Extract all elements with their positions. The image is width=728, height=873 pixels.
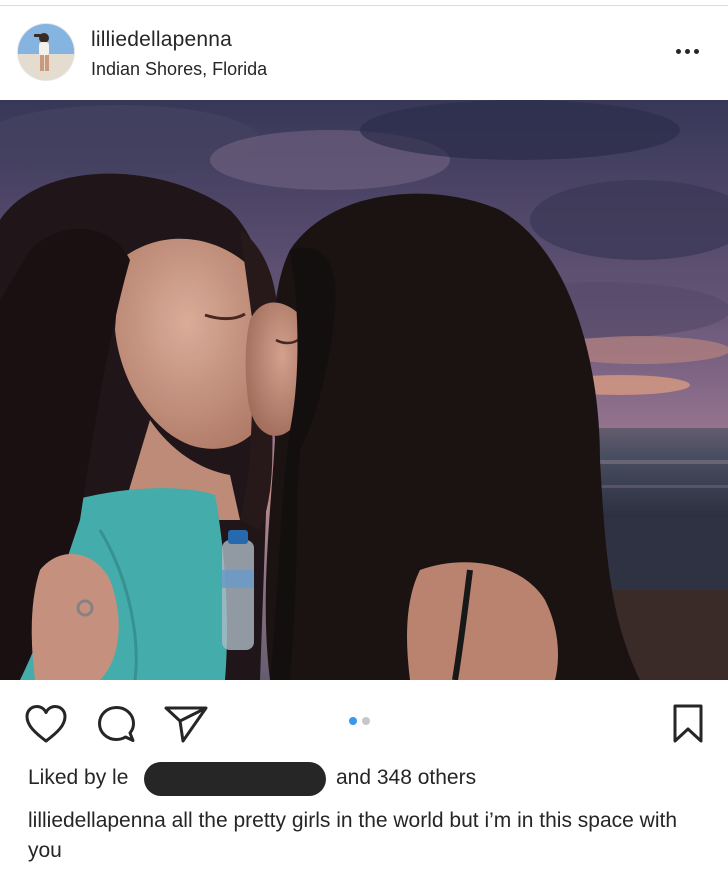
- post-username[interactable]: lilliedellapenna: [91, 28, 232, 52]
- save-button[interactable]: [671, 703, 705, 745]
- more-horizontal-icon: [675, 48, 681, 54]
- post-header: lilliedellapenna Indian Shores, Florida: [0, 6, 728, 100]
- like-button[interactable]: [24, 704, 68, 744]
- liked-by-text[interactable]: Liked by le: [28, 766, 128, 790]
- avatar[interactable]: [18, 24, 74, 80]
- more-dot: [693, 48, 699, 54]
- more-dot: [684, 48, 690, 54]
- post-photo[interactable]: [0, 100, 728, 680]
- action-bar: [0, 680, 728, 760]
- comment-icon: [98, 706, 135, 742]
- comment-button[interactable]: [96, 704, 136, 744]
- carousel-indicator: [349, 717, 375, 725]
- more-options-button[interactable]: [670, 36, 704, 66]
- redaction-bar: [144, 762, 326, 796]
- heart-icon: [25, 705, 67, 743]
- share-button[interactable]: [163, 704, 209, 744]
- carousel-dot: [362, 717, 370, 725]
- post-caption: lilliedellapenna all the pretty girls in…: [28, 806, 708, 866]
- carousel-dot-active: [349, 717, 357, 725]
- bookmark-icon: [673, 704, 703, 743]
- instagram-post: lilliedellapenna Indian Shores, Florida: [0, 0, 728, 873]
- caption-username[interactable]: lilliedellapenna: [28, 809, 166, 832]
- send-icon: [164, 706, 208, 743]
- likes-count-text[interactable]: and 348 others: [336, 766, 476, 790]
- post-photo-image: [0, 100, 728, 680]
- post-location[interactable]: Indian Shores, Florida: [91, 59, 267, 80]
- avatar-image: [18, 24, 74, 80]
